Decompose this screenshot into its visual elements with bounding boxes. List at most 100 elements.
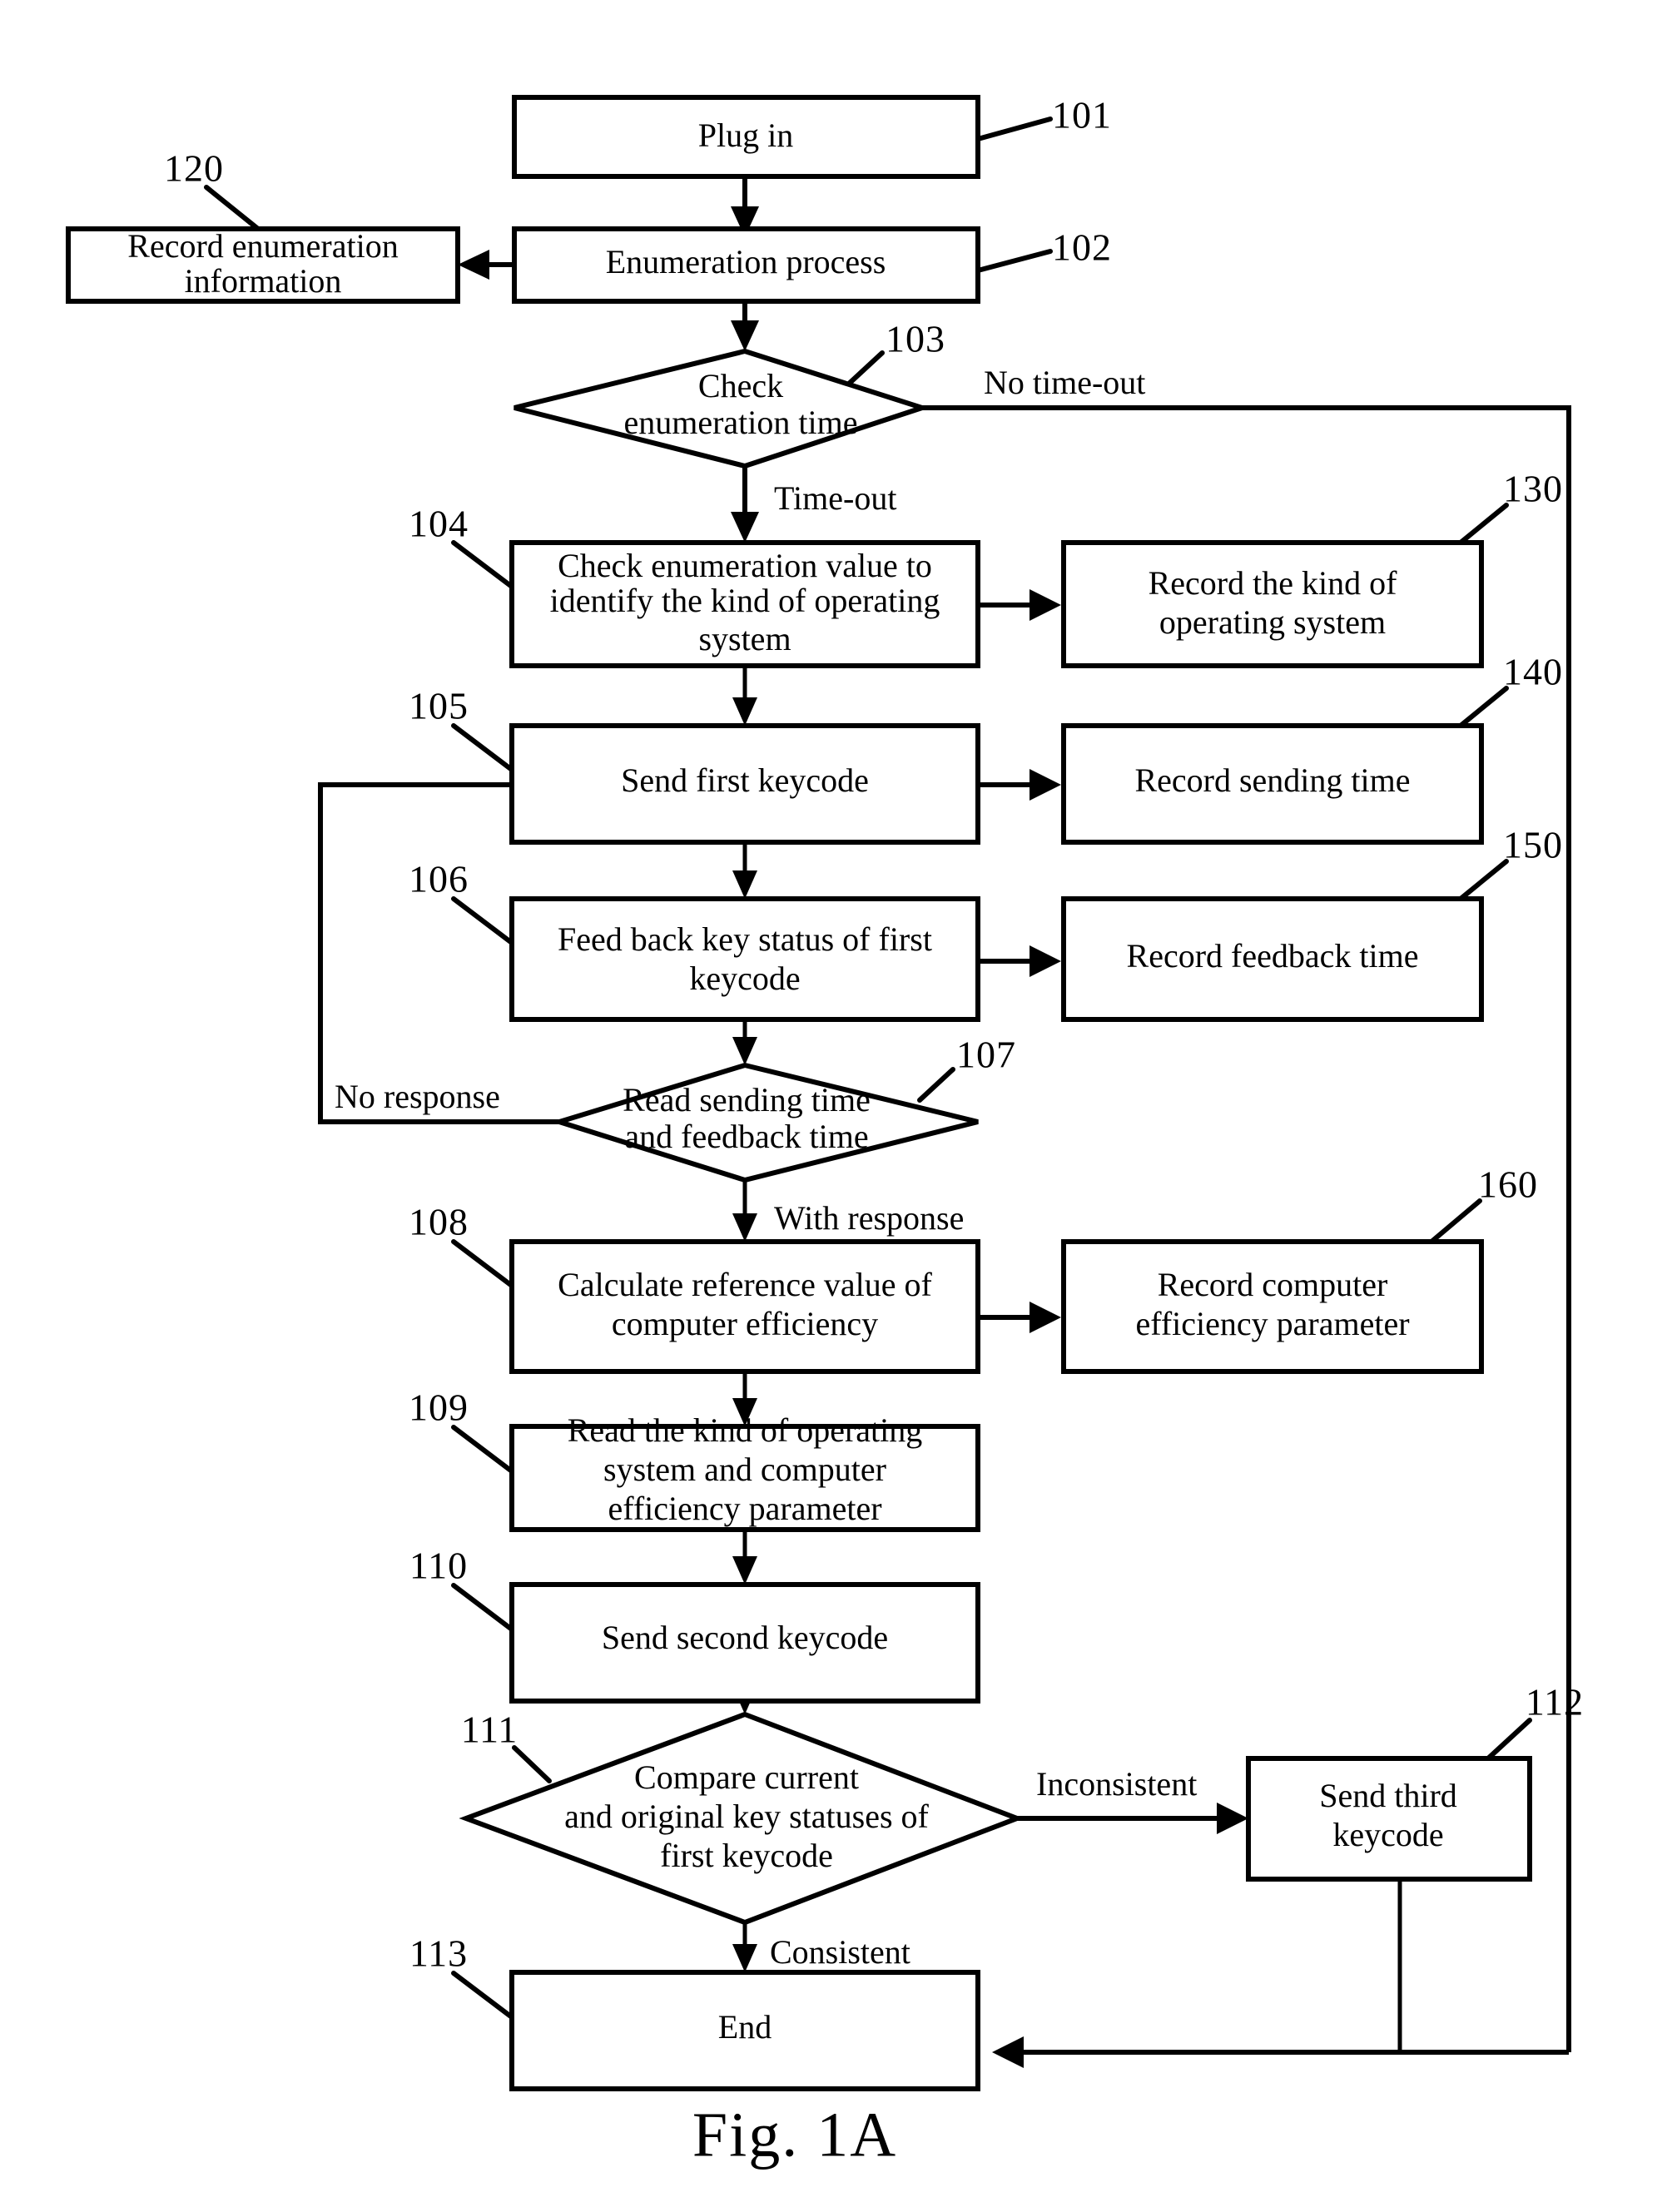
node-plug-in[interactable]: Plug in bbox=[512, 95, 980, 179]
node-read-os-and-efficiency[interactable]: Read the kind of operating system and co… bbox=[509, 1411, 980, 1532]
node-plug-in-label: Plug in bbox=[698, 117, 793, 154]
node-check-enumeration-value-label-line2: identify the kind of operating bbox=[550, 582, 940, 619]
node-compare-key-statuses-label-line2: and original key statuses of bbox=[564, 1798, 929, 1835]
edge-label-no-response: No response bbox=[335, 1078, 500, 1115]
ref-number-110: 110 bbox=[409, 1545, 468, 1587]
edge-105-to-106 bbox=[732, 842, 757, 899]
ref-leader-107: 107 bbox=[917, 1034, 1016, 1103]
node-send-third-keycode-label-line1: Send third bbox=[1319, 1777, 1457, 1814]
node-record-feedback-time[interactable]: Record feedback time bbox=[1061, 896, 1484, 1022]
node-send-second-keycode-label: Send second keycode bbox=[602, 1619, 888, 1656]
node-send-second-keycode[interactable]: Send second keycode bbox=[509, 1582, 980, 1704]
ref-number-112: 112 bbox=[1526, 1681, 1584, 1723]
edge-106-to-107 bbox=[732, 1019, 757, 1065]
ref-leader-109: 109 bbox=[409, 1386, 514, 1474]
ref-leader-120: 120 bbox=[164, 147, 260, 231]
node-check-enumeration-time[interactable]: Check enumeration time bbox=[514, 348, 930, 469]
node-check-enumeration-value-label-line1: Check enumeration value to bbox=[558, 547, 932, 584]
node-calculate-reference-value-label-line2: computer efficiency bbox=[612, 1305, 878, 1342]
ref-number-109: 109 bbox=[409, 1386, 469, 1429]
ref-number-140: 140 bbox=[1503, 651, 1563, 693]
edge-102-to-120 bbox=[458, 250, 512, 280]
edge-107-to-108 bbox=[732, 1180, 757, 1242]
ref-number-102: 102 bbox=[1052, 226, 1112, 269]
node-record-sending-time-label: Record sending time bbox=[1134, 761, 1410, 799]
node-compare-key-statuses[interactable]: Compare current and original key statuse… bbox=[459, 1711, 1025, 1926]
node-record-kind-of-os-label-line1: Record the kind of bbox=[1149, 564, 1397, 602]
ref-number-160: 160 bbox=[1478, 1163, 1538, 1206]
node-check-enumeration-value[interactable]: Check enumeration value to identify the … bbox=[509, 540, 980, 668]
node-read-sending-and-feedback-time-label-line1: Read sending time bbox=[623, 1081, 871, 1118]
ref-leader-104: 104 bbox=[409, 503, 514, 589]
node-record-kind-of-os-label-line2: operating system bbox=[1159, 603, 1386, 641]
ref-number-108: 108 bbox=[409, 1201, 469, 1243]
node-feed-back-key-status-label-line2: keycode bbox=[689, 960, 800, 997]
node-read-sending-and-feedback-time-label-line2: and feedback time bbox=[624, 1118, 868, 1155]
node-end-label: End bbox=[718, 2008, 772, 2046]
node-send-first-keycode-label: Send first keycode bbox=[621, 761, 869, 799]
ref-number-106: 106 bbox=[409, 858, 469, 900]
node-record-computer-efficiency[interactable]: Record computer efficiency parameter bbox=[1061, 1239, 1484, 1374]
node-record-sending-time[interactable]: Record sending time bbox=[1061, 723, 1484, 845]
ref-number-130: 130 bbox=[1503, 468, 1563, 510]
ref-leader-108: 108 bbox=[409, 1201, 514, 1288]
edge-112-and-rail-to-113 bbox=[992, 1879, 1569, 2068]
flowchart-svg: Plug in 101 Enumeration process 102 Reco… bbox=[66, 94, 1584, 2170]
node-compare-key-statuses-label-line1: Compare current bbox=[634, 1758, 859, 1796]
edge-label-timeout: Time-out bbox=[774, 479, 896, 517]
edge-111-to-113 bbox=[732, 1922, 757, 1972]
node-check-enumeration-time-label-line2: enumeration time bbox=[623, 404, 857, 441]
ref-leader-130: 130 bbox=[1458, 468, 1563, 545]
node-read-os-and-efficiency-label-line1: Read the kind of operating bbox=[568, 1411, 923, 1449]
ref-leader-113: 113 bbox=[409, 1932, 514, 2020]
ref-leader-105: 105 bbox=[409, 685, 514, 772]
edge-label-inconsistent: Inconsistent bbox=[1036, 1765, 1197, 1803]
ref-number-107: 107 bbox=[956, 1034, 1016, 1076]
edge-102-to-103 bbox=[731, 301, 759, 351]
edge-label-consistent: Consistent bbox=[770, 1933, 910, 1971]
ref-number-120: 120 bbox=[164, 147, 224, 190]
edge-104-to-130 bbox=[978, 589, 1061, 621]
ref-number-113: 113 bbox=[409, 1932, 468, 1975]
edge-109-to-110 bbox=[732, 1530, 757, 1585]
ref-number-150: 150 bbox=[1503, 824, 1563, 866]
node-record-enumeration-information[interactable]: Record enumeration information bbox=[66, 226, 460, 304]
figure-canvas: Plug in 101 Enumeration process 102 Reco… bbox=[0, 0, 1677, 2212]
ref-leader-160: 160 bbox=[1429, 1163, 1538, 1244]
figure-caption: Fig. 1A bbox=[692, 2100, 897, 2170]
node-check-enumeration-value-label-line3: system bbox=[698, 620, 791, 657]
node-calculate-reference-value-label-line1: Calculate reference value of bbox=[558, 1266, 932, 1303]
edge-105-to-140 bbox=[978, 769, 1061, 801]
node-calculate-reference-value[interactable]: Calculate reference value of computer ef… bbox=[509, 1239, 980, 1374]
ref-number-103: 103 bbox=[886, 318, 945, 360]
node-enumeration-process-label: Enumeration process bbox=[606, 243, 886, 280]
edge-111-to-112 bbox=[1017, 1803, 1248, 1834]
node-enumeration-process[interactable]: Enumeration process bbox=[512, 226, 980, 304]
node-end[interactable]: End bbox=[509, 1970, 980, 2091]
ref-number-105: 105 bbox=[409, 685, 469, 727]
ref-leader-103: 103 bbox=[846, 318, 945, 386]
node-check-enumeration-time-label-line1: Check bbox=[698, 367, 783, 404]
edge-label-with-response: With response bbox=[774, 1199, 964, 1237]
node-record-computer-efficiency-label-line2: efficiency parameter bbox=[1135, 1305, 1409, 1342]
node-send-first-keycode[interactable]: Send first keycode bbox=[509, 723, 980, 845]
node-send-third-keycode-label-line2: keycode bbox=[1332, 1816, 1443, 1853]
node-send-third-keycode[interactable]: Send third keycode bbox=[1246, 1756, 1532, 1882]
node-feed-back-key-status-label-line1: Feed back key status of first bbox=[558, 920, 932, 958]
ref-leader-111: 111 bbox=[461, 1709, 552, 1783]
ref-number-101: 101 bbox=[1052, 94, 1112, 136]
node-record-kind-of-os[interactable]: Record the kind of operating system bbox=[1061, 540, 1484, 668]
node-record-enumeration-information-label-line2: information bbox=[185, 262, 342, 300]
ref-leader-110: 110 bbox=[409, 1545, 514, 1632]
edge-106-to-150 bbox=[978, 945, 1061, 977]
node-feed-back-key-status[interactable]: Feed back key status of first keycode bbox=[509, 896, 980, 1022]
ref-leader-101: 101 bbox=[975, 94, 1112, 141]
node-compare-key-statuses-label-line3: first keycode bbox=[660, 1837, 833, 1874]
ref-number-104: 104 bbox=[409, 503, 469, 545]
node-read-sending-and-feedback-time[interactable]: Read sending time and feedback time bbox=[550, 1062, 979, 1183]
edge-108-to-160 bbox=[978, 1302, 1061, 1333]
node-record-enumeration-information-label-line1: Record enumeration bbox=[127, 227, 398, 265]
edge-label-no-timeout: No time-out bbox=[984, 364, 1145, 401]
edge-103-to-104 bbox=[731, 466, 759, 543]
node-read-os-and-efficiency-label-line3: efficiency parameter bbox=[608, 1490, 881, 1527]
